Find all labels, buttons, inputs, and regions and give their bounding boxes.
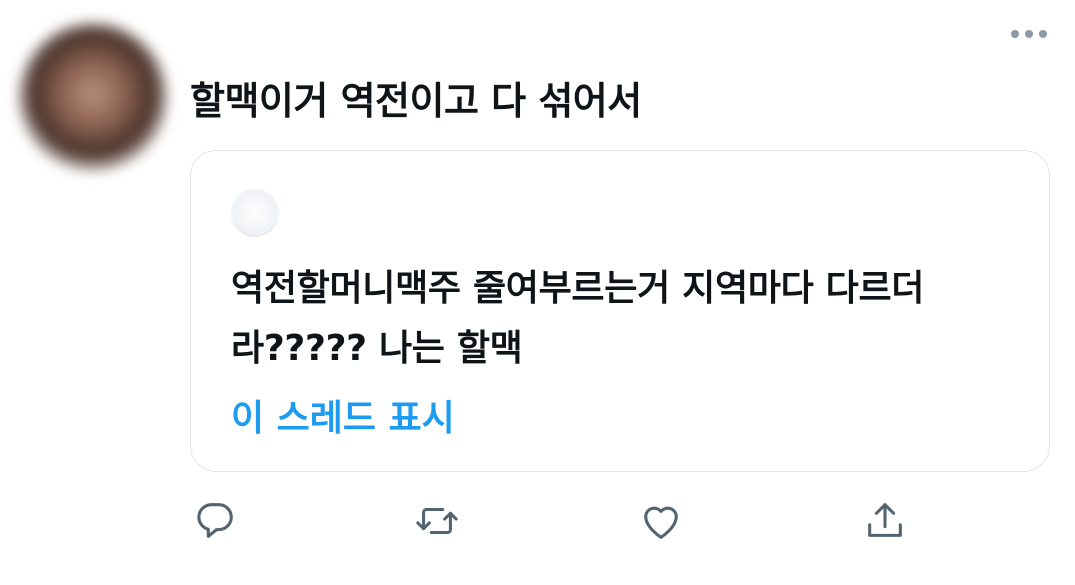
reply-icon[interactable]: [192, 498, 242, 548]
avatar[interactable]: [18, 22, 168, 172]
tweet-text: 할맥이거 역전이고 다 섞어서: [190, 79, 642, 123]
more-options-icon[interactable]: [1011, 30, 1047, 38]
more-dot: [1025, 30, 1033, 38]
quote-avatar[interactable]: [231, 189, 279, 237]
share-icon[interactable]: [862, 498, 912, 548]
quote-tweet-card[interactable]: 역전할머니맥주 줄여부르는거 지역마다 다르더라????? 나는 할맥 이 스레…: [190, 150, 1050, 472]
show-thread-link[interactable]: 이 스레드 표시: [231, 389, 455, 441]
quote-tweet-text: 역전할머니맥주 줄여부르는거 지역마다 다르더라????? 나는 할맥: [231, 268, 925, 369]
retweet-icon[interactable]: [414, 498, 464, 548]
more-dot: [1011, 30, 1019, 38]
tweet-action-bar: [0, 498, 1075, 548]
more-dot: [1039, 30, 1047, 38]
like-icon[interactable]: [638, 498, 688, 548]
